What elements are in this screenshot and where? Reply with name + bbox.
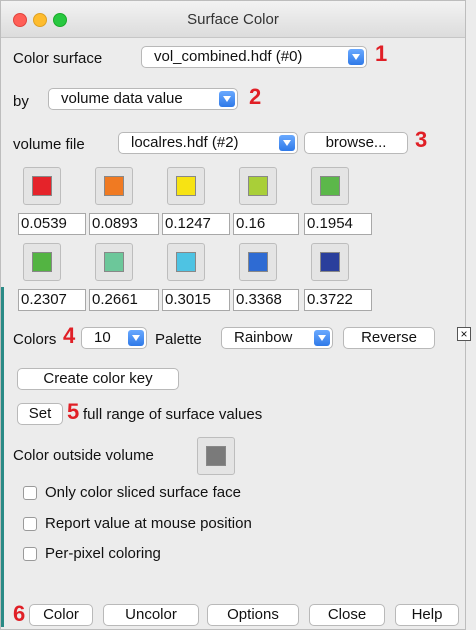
palette-value-2[interactable]: 0.0893 [89,213,159,235]
palette-select[interactable]: Rainbow [221,327,333,349]
color-surface-label: Color surface [13,50,103,67]
uncolor-button[interactable]: Uncolor [103,604,199,626]
palette-value-4[interactable]: 0.16 [233,213,299,235]
swatch-fill [248,252,268,272]
chevron-down-icon [128,330,144,346]
only-sliced-checkbox[interactable] [23,486,37,500]
per-pixel-checkbox[interactable] [23,547,37,561]
palette-swatch-8[interactable] [167,243,205,281]
palette-value-8[interactable]: 0.3015 [162,289,230,311]
report-value-label: Report value at mouse position [45,515,252,532]
palette-swatch-3[interactable] [167,167,205,205]
outside-color-swatch[interactable] [197,437,235,475]
set-range-label: full range of surface values [83,406,263,423]
window-title: Surface Color [187,11,279,28]
palette-swatch-4[interactable] [239,167,277,205]
close-x-icon[interactable]: × [457,327,471,341]
create-color-key-button[interactable]: Create color key [17,368,179,390]
surface-color-window: Surface Color Color surface vol_combined… [0,0,471,630]
palette-value-6[interactable]: 0.2307 [18,289,86,311]
palette-swatch-9[interactable] [239,243,277,281]
swatch-fill [320,252,340,272]
options-button[interactable]: Options [207,604,299,626]
surface-select-value: vol_combined.hdf (#0) [154,48,303,65]
swatch-fill [206,446,226,466]
palette-value-7[interactable]: 0.2661 [89,289,159,311]
swatch-fill [104,176,124,196]
annotation-marker-3: 3 [415,127,428,152]
palette-value-5[interactable]: 0.1954 [304,213,372,235]
palette-select-value: Rainbow [234,329,293,346]
swatch-fill [104,252,124,272]
palette-value-1[interactable]: 0.0539 [18,213,86,235]
swatch-fill [32,252,52,272]
report-value-checkbox[interactable] [23,517,37,531]
colors-label: Colors [13,331,57,348]
per-pixel-label: Per-pixel coloring [45,545,161,562]
browse-button[interactable]: browse... [304,132,408,154]
palette-value-3[interactable]: 0.1247 [162,213,230,235]
palette-swatch-6[interactable] [23,243,61,281]
annotation-marker-2: 2 [249,84,262,109]
palette-swatch-5[interactable] [311,167,349,205]
set-range-button[interactable]: Set [17,403,63,425]
palette-value-9[interactable]: 0.3368 [233,289,299,311]
color-button[interactable]: Color [29,604,93,626]
close-button[interactable]: Close [309,604,385,626]
palette-swatch-2[interactable] [95,167,133,205]
annotation-marker-4: 4 [63,323,76,348]
chevron-down-icon [219,91,235,107]
window-edge-stripe [1,287,4,627]
palette-swatch-1[interactable] [23,167,61,205]
color-by-select[interactable]: volume data value [48,88,238,110]
only-sliced-label: Only color sliced surface face [45,484,241,501]
swatch-fill [176,176,196,196]
annotation-marker-6: 6 [13,601,26,626]
chevron-down-icon [279,135,295,151]
title-bar: Surface Color [1,1,465,38]
surface-select[interactable]: vol_combined.hdf (#0) [141,46,367,68]
swatch-fill [32,176,52,196]
by-label: by [13,93,29,110]
palette-label: Palette [155,331,202,348]
volume-file-select[interactable]: localres.hdf (#2) [118,132,298,154]
reverse-button[interactable]: Reverse [343,327,435,349]
swatch-fill [248,176,268,196]
volume-file-label: volume file [13,136,85,153]
volume-file-select-value: localres.hdf (#2) [131,134,239,151]
color-count-value: 10 [94,329,111,346]
color-count-select[interactable]: 10 [81,327,147,349]
color-by-select-value: volume data value [61,90,183,107]
swatch-fill [320,176,340,196]
palette-swatch-10[interactable] [311,243,349,281]
annotation-marker-1: 1 [375,41,388,66]
palette-swatch-7[interactable] [95,243,133,281]
color-outside-volume-label: Color outside volume [13,447,154,464]
annotation-marker-5: 5 [67,399,80,424]
chevron-down-icon [348,49,364,65]
palette-value-10[interactable]: 0.3722 [304,289,372,311]
chevron-down-icon [314,330,330,346]
swatch-fill [176,252,196,272]
help-button[interactable]: Help [395,604,459,626]
